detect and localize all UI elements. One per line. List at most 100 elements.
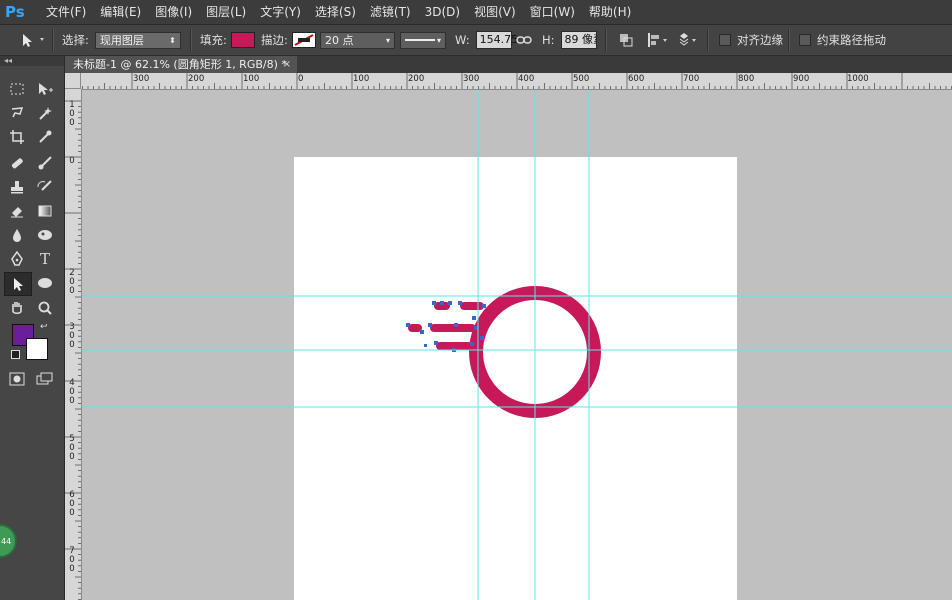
path-select-icon bbox=[23, 34, 44, 47]
tool-preset-picker[interactable] bbox=[18, 25, 46, 55]
ellipse-icon bbox=[38, 278, 52, 288]
stroke-color-swatch[interactable] bbox=[291, 32, 316, 48]
lasso-tool[interactable] bbox=[4, 102, 30, 124]
tools-panel-header[interactable]: ◂◂ bbox=[0, 56, 64, 66]
anchor-point[interactable] bbox=[482, 304, 486, 308]
menu-window[interactable]: 窗口(W) bbox=[523, 0, 582, 24]
menu-type[interactable]: 文字(Y) bbox=[253, 0, 308, 24]
width-input[interactable]: 154.75 bbox=[475, 31, 518, 49]
anchor-point[interactable] bbox=[428, 323, 432, 327]
floating-badge[interactable]: 44 bbox=[0, 523, 17, 559]
anchor-point[interactable] bbox=[440, 301, 444, 305]
dodge-tool[interactable] bbox=[32, 224, 58, 246]
menu-help[interactable]: 帮助(H) bbox=[582, 0, 638, 24]
anchor-point[interactable] bbox=[420, 330, 424, 334]
speed-line-shape[interactable] bbox=[430, 324, 476, 332]
stroke-type-dropdown[interactable]: ▾ bbox=[400, 31, 446, 49]
path-select-tool[interactable] bbox=[4, 272, 32, 296]
anchor-point[interactable] bbox=[424, 344, 427, 347]
ruler-label: 0 bbox=[69, 452, 75, 462]
menu-select[interactable]: 选择(S) bbox=[308, 0, 363, 24]
select-dropdown[interactable]: 现用图层 ⬍ bbox=[94, 31, 181, 49]
stroke-size-field[interactable]: 20 点 ▾ bbox=[320, 31, 395, 49]
swap-colors-icon[interactable]: ↩ bbox=[40, 322, 48, 332]
background-color-swatch[interactable] bbox=[26, 338, 48, 360]
ruler-label: 0 bbox=[298, 74, 304, 84]
eyedropper-tool[interactable] bbox=[32, 126, 58, 148]
pen-tool[interactable] bbox=[4, 248, 30, 270]
speed-line-shape[interactable] bbox=[408, 324, 422, 332]
anchor-point[interactable] bbox=[454, 323, 458, 327]
eyedropper-icon bbox=[39, 130, 52, 143]
collapse-icon[interactable]: ◂◂ bbox=[4, 56, 12, 65]
move-tool[interactable] bbox=[32, 78, 58, 100]
history-brush-tool[interactable] bbox=[32, 176, 58, 198]
align-edges-checkbox[interactable]: 对齐边缘 bbox=[719, 25, 783, 55]
vertical-ruler[interactable]: 1 0 0 0 2 0 0 3 0 0 4 0 0 5 0 0 6 0 0 7 … bbox=[65, 89, 82, 600]
height-label: H: bbox=[542, 33, 555, 47]
stamp-tool[interactable] bbox=[4, 176, 30, 198]
eraser-tool[interactable] bbox=[4, 200, 30, 222]
path-select-icon bbox=[14, 278, 23, 291]
marquee-tool[interactable] bbox=[4, 78, 30, 100]
anchor-point[interactable] bbox=[432, 301, 436, 305]
tools-panel: ◂◂ T ↩ bbox=[0, 56, 65, 600]
dodge-icon bbox=[38, 230, 52, 240]
type-tool[interactable]: T bbox=[32, 248, 58, 270]
height-input[interactable]: 89 像素 bbox=[560, 31, 597, 49]
canvas-pasteboard[interactable] bbox=[82, 90, 952, 600]
horizontal-ruler[interactable]: 300 200 100 0 100 200 300 400 500 600 70… bbox=[65, 73, 952, 90]
anchor-point[interactable] bbox=[458, 301, 462, 305]
eraser-icon bbox=[11, 207, 23, 218]
crop-tool[interactable] bbox=[4, 126, 30, 148]
menu-bar: Ps 文件(F) 编辑(E) 图像(I) 图层(L) 文字(Y) 选择(S) 滤… bbox=[0, 0, 952, 25]
magic-wand-tool[interactable] bbox=[32, 102, 58, 124]
ruler-label: 0 bbox=[69, 340, 75, 350]
select-value: 现用图层 bbox=[99, 33, 144, 47]
link-icon[interactable] bbox=[516, 34, 532, 46]
screen-mode-button[interactable] bbox=[32, 368, 58, 390]
anchor-point[interactable] bbox=[470, 342, 474, 346]
stroke-label: 描边: bbox=[261, 33, 288, 47]
anchor-point[interactable] bbox=[480, 336, 484, 340]
anchor-point[interactable] bbox=[472, 316, 476, 320]
path-arrangement-icon[interactable] bbox=[676, 32, 698, 48]
anchor-point[interactable] bbox=[448, 301, 452, 305]
close-icon[interactable]: × bbox=[283, 56, 291, 73]
brush-tool[interactable] bbox=[32, 152, 58, 174]
width-label: W: bbox=[455, 33, 470, 47]
anchor-point[interactable] bbox=[474, 326, 478, 330]
path-operations-icon[interactable] bbox=[618, 32, 636, 48]
chevron-updown-icon: ⬍ bbox=[169, 35, 176, 45]
menu-3d[interactable]: 3D(D) bbox=[418, 0, 467, 24]
menu-image[interactable]: 图像(I) bbox=[148, 0, 199, 24]
lasso-icon bbox=[11, 107, 24, 118]
healing-tool[interactable] bbox=[4, 152, 30, 174]
ruler-label: 200 bbox=[188, 74, 205, 84]
align-edges-check[interactable] bbox=[719, 34, 731, 46]
menu-file[interactable]: 文件(F) bbox=[39, 0, 93, 24]
menu-filter[interactable]: 滤镜(T) bbox=[363, 0, 418, 24]
ruler-origin[interactable] bbox=[65, 73, 81, 89]
anchor-point[interactable] bbox=[406, 323, 410, 327]
default-colors-icon[interactable] bbox=[11, 350, 20, 359]
ruler-label: 700 bbox=[683, 74, 700, 84]
menu-edit[interactable]: 编辑(E) bbox=[93, 0, 148, 24]
gradient-tool[interactable] bbox=[32, 200, 58, 222]
blur-tool[interactable] bbox=[4, 224, 30, 246]
path-alignment-icon[interactable] bbox=[646, 32, 668, 48]
constrain-path-checkbox[interactable]: 约束路径拖动 bbox=[799, 25, 886, 55]
speed-line-shape[interactable] bbox=[460, 302, 484, 310]
quick-mask-icon bbox=[9, 372, 25, 386]
zoom-tool[interactable] bbox=[32, 297, 58, 319]
document-tab[interactable]: 未标题-1 @ 62.1% (圆角矩形 1, RGB/8) * × bbox=[65, 56, 297, 73]
fill-color-swatch[interactable] bbox=[230, 32, 255, 48]
constrain-path-check[interactable] bbox=[799, 34, 811, 46]
hand-tool[interactable] bbox=[4, 297, 30, 319]
quick-mask-button[interactable] bbox=[4, 368, 30, 390]
anchor-point[interactable] bbox=[434, 341, 438, 345]
menu-layer[interactable]: 图层(L) bbox=[199, 0, 253, 24]
ruler-label: 0 bbox=[69, 118, 75, 128]
ellipse-tool[interactable] bbox=[32, 272, 58, 294]
menu-view[interactable]: 视图(V) bbox=[467, 0, 523, 24]
